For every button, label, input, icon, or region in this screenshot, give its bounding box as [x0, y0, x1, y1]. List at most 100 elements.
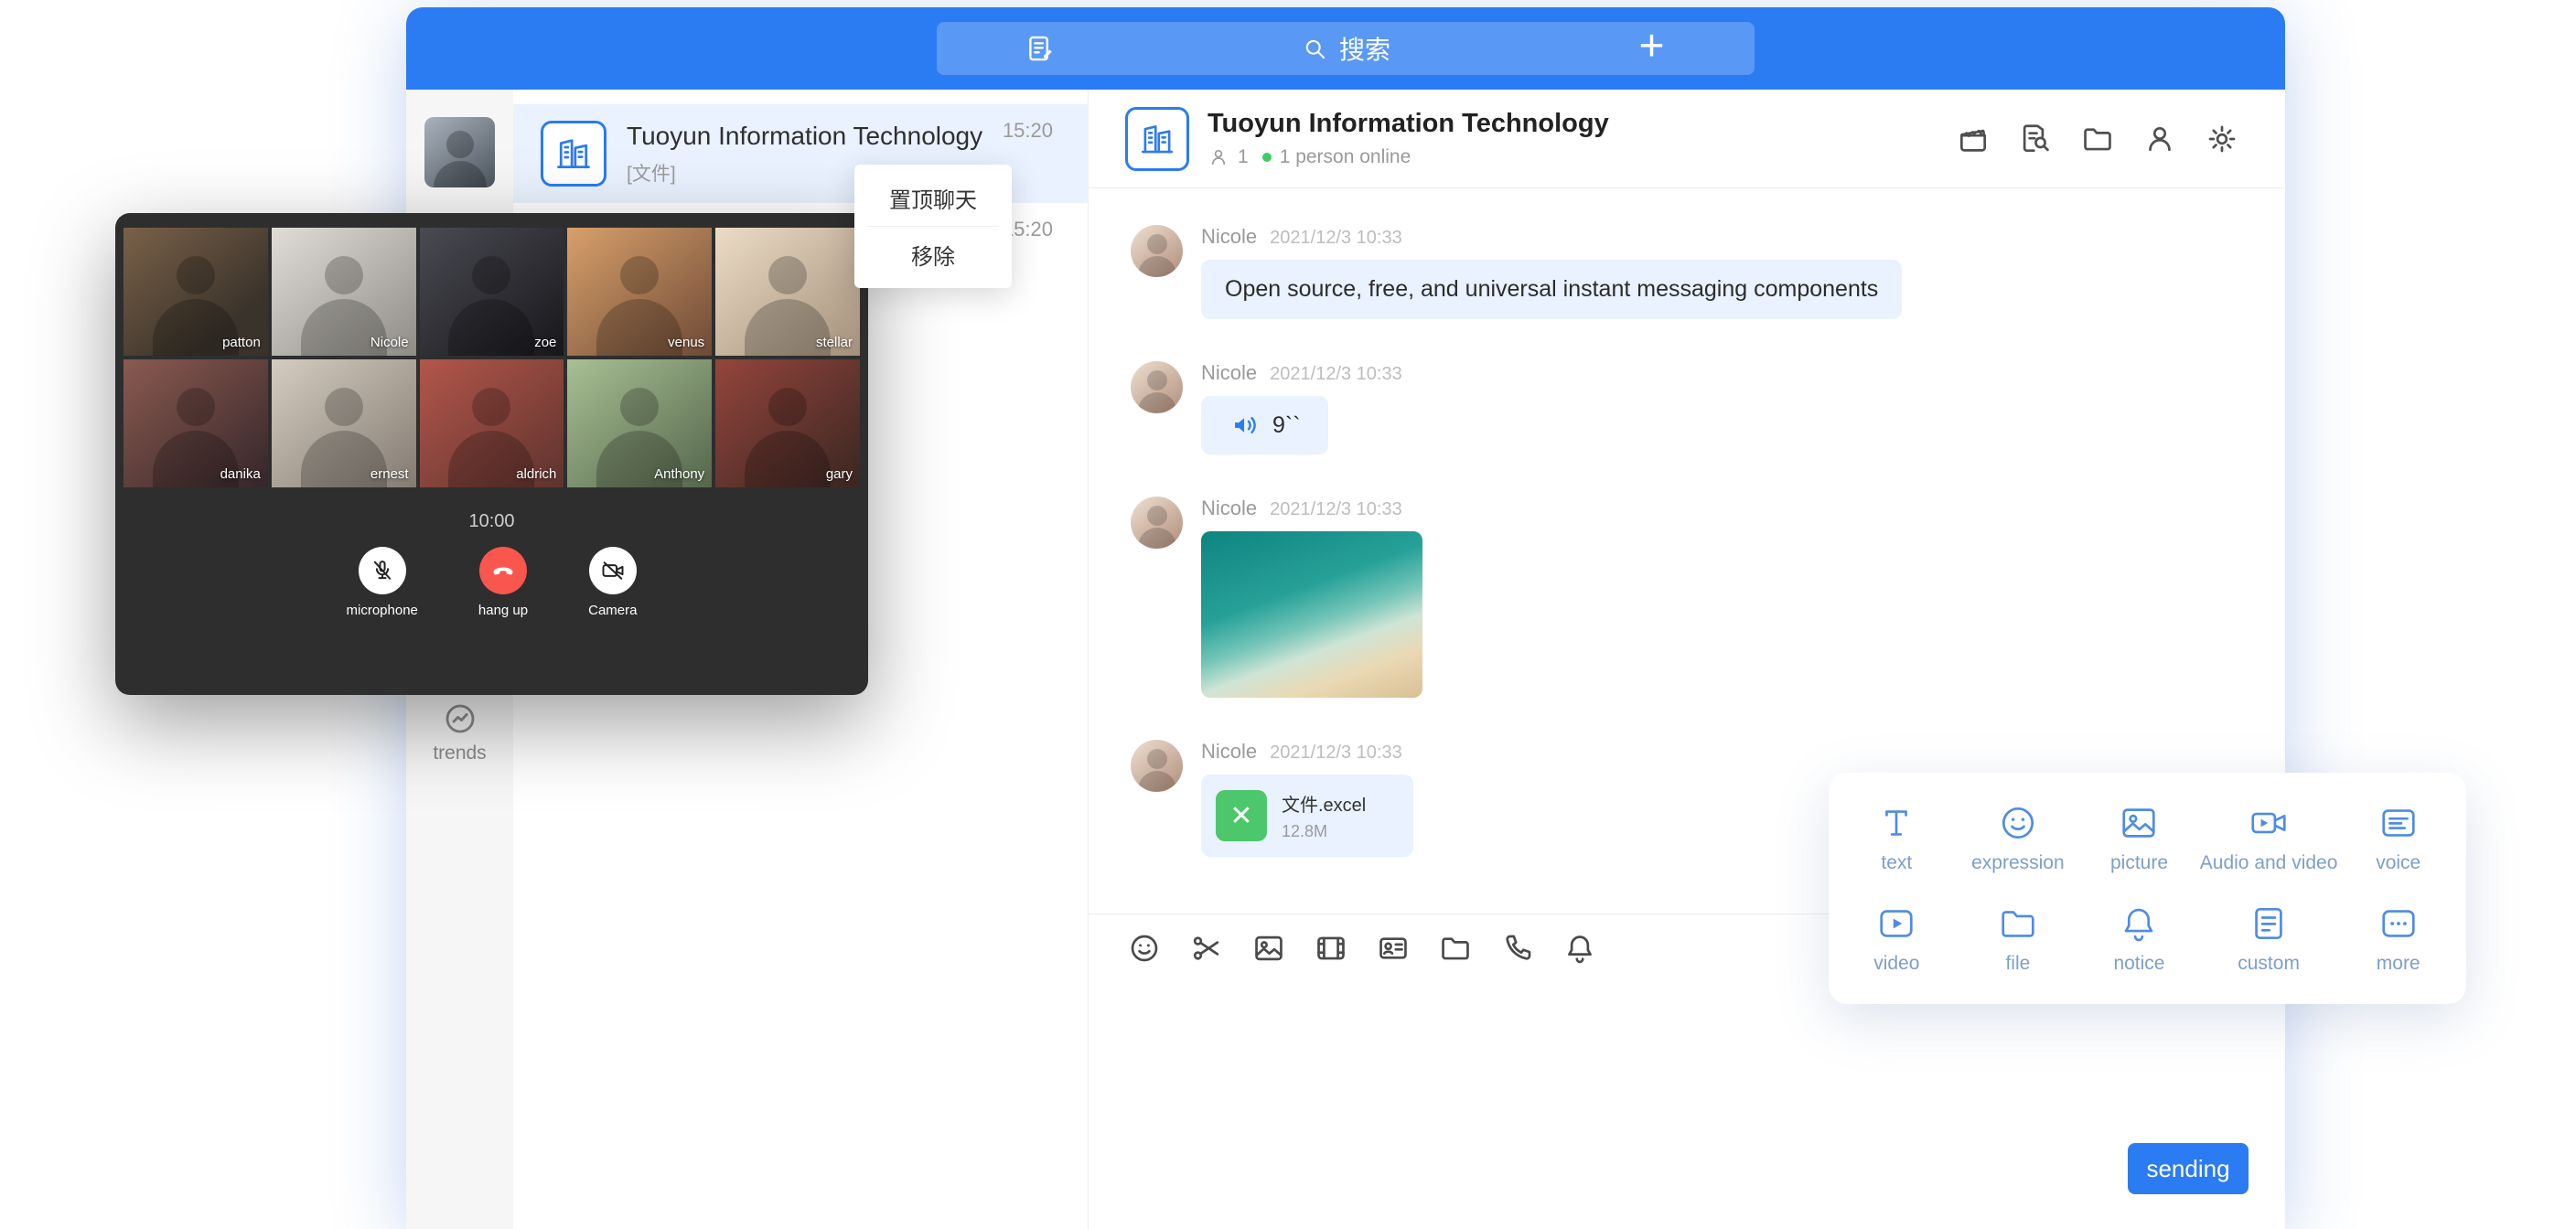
- message-body: Nicole 2021/12/3 10:33 Open source, free…: [1201, 225, 1902, 319]
- trends-icon: [442, 700, 478, 737]
- message-time: 2021/12/3 10:33: [1270, 743, 1402, 764]
- group-files-icon[interactable]: [2080, 122, 2115, 156]
- notes-button[interactable]: [937, 22, 1143, 75]
- folder-icon[interactable]: [1438, 931, 1473, 966]
- screenshot-scissors-icon[interactable]: [1189, 931, 1224, 966]
- panel-item-more[interactable]: more: [2337, 889, 2459, 990]
- participant-video: patton: [123, 228, 268, 356]
- participant-video: aldrich: [420, 359, 564, 487]
- send-button[interactable]: sending: [2128, 1143, 2249, 1194]
- participant-name: danika: [220, 466, 261, 482]
- members-count-icon: [1208, 146, 1229, 168]
- participant-video: Nicole: [272, 228, 416, 356]
- hangup-control: hang up: [478, 547, 528, 618]
- members-icon[interactable]: [2142, 122, 2177, 156]
- panel-item-expression[interactable]: expression: [1958, 787, 2079, 889]
- hangup-button[interactable]: [479, 547, 527, 594]
- panel-item-custom[interactable]: custom: [2200, 889, 2338, 990]
- microphone-toggle-button[interactable]: [359, 547, 406, 594]
- notice-bell-icon: [2118, 903, 2160, 945]
- call-elapsed-time: 10:00: [123, 511, 860, 532]
- audio-video-icon: [2248, 802, 2290, 844]
- conversation-time: 15:20: [1003, 119, 1053, 143]
- message: Nicole 2021/12/3 10:33 9``: [1131, 361, 2249, 454]
- chat-panel: Tuoyun Information Technology 1 1 person…: [1089, 90, 2285, 1229]
- sender-avatar[interactable]: [1131, 361, 1183, 413]
- image-message[interactable]: [1201, 531, 1422, 698]
- sender-avatar[interactable]: [1131, 740, 1183, 792]
- participant-video: ernest: [272, 359, 416, 487]
- panel-item-file[interactable]: file: [1958, 889, 2079, 990]
- participant-name: zoe: [534, 335, 556, 350]
- conversation-context-menu: 置顶聊天 移除: [854, 165, 1012, 288]
- message-time: 2021/12/3 10:33: [1270, 228, 1402, 249]
- chat-header: Tuoyun Information Technology 1 1 person…: [1089, 90, 2285, 188]
- add-button[interactable]: +: [1549, 22, 1755, 75]
- sender-avatar[interactable]: [1131, 225, 1183, 277]
- participant-video: stellar: [715, 228, 860, 356]
- sender-name: Nicole: [1201, 740, 1257, 764]
- text-message-bubble: Open source, free, and universal instant…: [1201, 260, 1902, 319]
- building-icon: [553, 134, 594, 174]
- message-meta: Nicole 2021/12/3 10:33: [1201, 497, 1422, 520]
- group-avatar: [541, 121, 606, 187]
- picture-icon: [2118, 802, 2160, 844]
- participant-name: patton: [222, 335, 261, 350]
- excel-file-icon: ✕: [1216, 790, 1267, 841]
- message: Nicole 2021/12/3 10:33: [1131, 497, 2249, 698]
- message-meta: Nicole 2021/12/3 10:33: [1201, 740, 1413, 764]
- file-message[interactable]: ✕ 文件.excel 12.8M: [1201, 775, 1413, 857]
- chat-history-search-icon[interactable]: [2018, 122, 2053, 156]
- panel-item-video[interactable]: video: [1836, 889, 1958, 990]
- message-body: Nicole 2021/12/3 10:33 ✕ 文件.excel 12.8M: [1201, 740, 1413, 857]
- sender-name: Nicole: [1201, 361, 1257, 385]
- menu-item-remove[interactable]: 移除: [854, 227, 1012, 283]
- chat-header-titles: Tuoyun Information Technology 1 1 person…: [1208, 109, 1609, 168]
- contact-card-icon[interactable]: [1376, 931, 1411, 966]
- notification-bell-icon[interactable]: [1562, 931, 1597, 966]
- meeting-icon[interactable]: [1956, 122, 1991, 156]
- file-name: 文件.excel: [1282, 790, 1366, 817]
- expression-icon: [1997, 802, 2039, 844]
- emoji-icon[interactable]: [1127, 931, 1162, 966]
- camera-toggle-button[interactable]: [589, 547, 637, 594]
- camera-off-icon: [600, 558, 626, 583]
- participant-name: venus: [668, 335, 704, 350]
- panel-item-notice[interactable]: notice: [2078, 889, 2200, 990]
- panel-item-audio-video[interactable]: Audio and video: [2200, 787, 2338, 889]
- profile-avatar[interactable]: [424, 117, 495, 187]
- conversation-title: Tuoyun Information Technology: [627, 122, 1066, 151]
- building-icon: [1138, 120, 1176, 158]
- sidebar-item-trends[interactable]: trends: [406, 700, 513, 764]
- hangup-label: hang up: [478, 603, 528, 618]
- microphone-control: microphone: [347, 547, 418, 618]
- video-call-overlay: patton Nicole zoe venus stellar danika e…: [115, 213, 868, 695]
- participant-video: Anthony: [567, 359, 712, 487]
- voice-message-bubble[interactable]: 9``: [1201, 396, 1328, 454]
- participant-grid: patton Nicole zoe venus stellar danika e…: [123, 228, 860, 487]
- chat-subtitle: 1 1 person online: [1208, 146, 1609, 168]
- online-status: 1 person online: [1280, 146, 1411, 168]
- call-controls: microphone hang up Camera: [123, 547, 860, 618]
- sender-name: Nicole: [1201, 497, 1257, 520]
- plus-icon: +: [1638, 25, 1664, 69]
- search-bar[interactable]: 搜索: [1143, 22, 1549, 75]
- voice-wave-icon: [1229, 410, 1260, 441]
- video-film-icon[interactable]: [1314, 931, 1348, 966]
- text-icon: [1875, 802, 1917, 844]
- panel-item-voice[interactable]: voice: [2337, 787, 2459, 889]
- participant-name: ernest: [370, 466, 409, 482]
- participant-name: aldrich: [516, 466, 556, 482]
- panel-item-text[interactable]: text: [1836, 787, 1958, 889]
- menu-item-pin-chat[interactable]: 置顶聊天: [854, 170, 1012, 226]
- settings-gear-icon[interactable]: [2205, 122, 2239, 156]
- chat-title: Tuoyun Information Technology: [1208, 109, 1609, 139]
- message-input[interactable]: [1089, 984, 2285, 1128]
- panel-item-picture[interactable]: picture: [2078, 787, 2200, 889]
- call-phone-icon[interactable]: [1500, 931, 1535, 966]
- message-meta: Nicole 2021/12/3 10:33: [1201, 361, 1402, 385]
- message: Nicole 2021/12/3 10:33 Open source, free…: [1131, 225, 2249, 319]
- sender-avatar[interactable]: [1131, 497, 1183, 549]
- custom-message-icon: [2248, 903, 2290, 945]
- image-icon[interactable]: [1251, 931, 1286, 966]
